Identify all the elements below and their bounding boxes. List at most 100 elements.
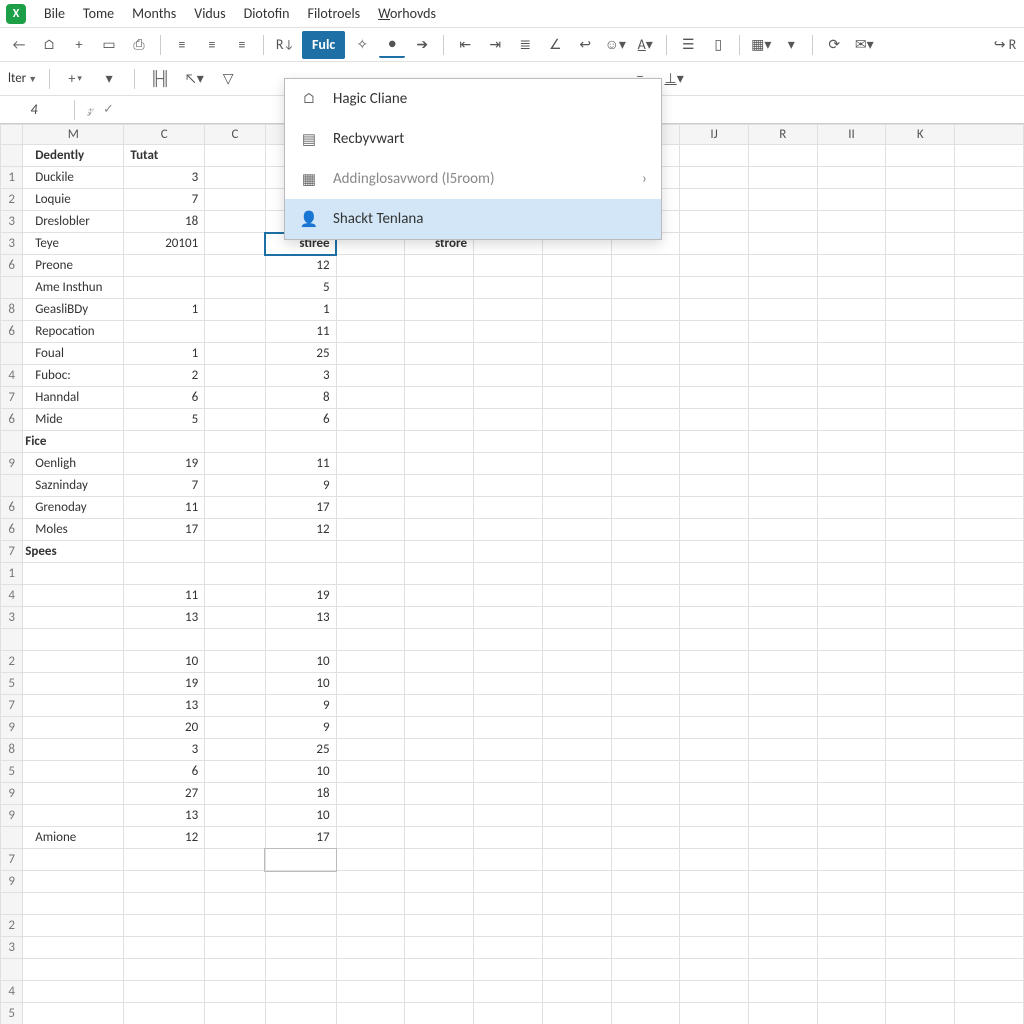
row-header[interactable]: 9 [1, 717, 23, 739]
cell[interactable] [474, 431, 543, 453]
cell[interactable] [474, 673, 543, 695]
cell[interactable] [955, 497, 1024, 519]
caret-icon[interactable]: ▾ [96, 66, 122, 92]
menu-worhovds[interactable]: Worhovds [370, 1, 444, 26]
cell[interactable] [474, 409, 543, 431]
cell[interactable] [23, 607, 124, 629]
cell[interactable] [336, 299, 405, 321]
row-header[interactable] [1, 431, 23, 453]
cell[interactable] [748, 849, 817, 871]
row-header[interactable]: 2 [1, 915, 23, 937]
cell[interactable] [817, 607, 886, 629]
cell[interactable] [680, 189, 749, 211]
cell[interactable] [817, 211, 886, 233]
cell[interactable] [205, 607, 266, 629]
cell[interactable] [955, 981, 1024, 1003]
cell[interactable] [205, 519, 266, 541]
cell[interactable]: 25 [265, 739, 336, 761]
cell[interactable] [680, 871, 749, 893]
menu-diotofin[interactable]: Diotofin [236, 1, 298, 26]
cell[interactable]: 10 [124, 651, 205, 673]
cell[interactable] [405, 541, 474, 563]
cell[interactable] [680, 805, 749, 827]
cell[interactable] [205, 1003, 266, 1024]
cell[interactable] [611, 937, 680, 959]
cell[interactable] [611, 717, 680, 739]
cell[interactable] [205, 497, 266, 519]
cell[interactable]: Fice [23, 431, 124, 453]
cell[interactable]: 19 [265, 585, 336, 607]
cell[interactable]: 17 [265, 497, 336, 519]
cell[interactable] [680, 475, 749, 497]
cell[interactable] [542, 607, 611, 629]
cell[interactable] [205, 959, 266, 981]
cell[interactable] [611, 761, 680, 783]
cell[interactable] [336, 783, 405, 805]
cell[interactable] [886, 277, 955, 299]
cell[interactable] [955, 299, 1024, 321]
cell[interactable] [542, 1003, 611, 1024]
cell[interactable] [955, 343, 1024, 365]
row-header[interactable]: 7 [1, 541, 23, 563]
cell[interactable] [23, 761, 124, 783]
cell[interactable] [611, 519, 680, 541]
clipboard-icon[interactable]: ▯ [705, 32, 731, 58]
cell[interactable] [405, 299, 474, 321]
cell[interactable] [124, 541, 205, 563]
cell[interactable]: GeasliBDy [23, 299, 124, 321]
cell[interactable] [23, 563, 124, 585]
row-header[interactable]: 4 [1, 981, 23, 1003]
cell[interactable] [23, 1003, 124, 1024]
cell[interactable] [205, 365, 266, 387]
cell[interactable] [124, 893, 205, 915]
cell[interactable] [474, 915, 543, 937]
cell[interactable] [748, 981, 817, 1003]
cell[interactable] [124, 563, 205, 585]
cell[interactable] [680, 673, 749, 695]
cell[interactable] [23, 959, 124, 981]
align-left-icon[interactable]: ≡ [169, 32, 195, 58]
row-header[interactable] [1, 959, 23, 981]
cell[interactable] [542, 937, 611, 959]
cell[interactable] [474, 827, 543, 849]
cell[interactable] [955, 849, 1024, 871]
cell[interactable] [955, 805, 1024, 827]
cell[interactable]: 8 [265, 387, 336, 409]
row-header[interactable]: 7 [1, 849, 23, 871]
cell[interactable] [748, 717, 817, 739]
cell[interactable] [265, 541, 336, 563]
cell[interactable] [748, 277, 817, 299]
cell[interactable]: 2 [124, 365, 205, 387]
cell[interactable] [886, 651, 955, 673]
cell[interactable] [205, 783, 266, 805]
cell[interactable] [680, 453, 749, 475]
cell[interactable] [205, 739, 266, 761]
cell[interactable]: 20101 [124, 233, 205, 255]
row-header[interactable]: 6 [1, 409, 23, 431]
cell[interactable] [955, 827, 1024, 849]
cell[interactable] [23, 739, 124, 761]
cell[interactable] [955, 717, 1024, 739]
cell[interactable]: Loquie [23, 189, 124, 211]
cell[interactable] [955, 893, 1024, 915]
cell[interactable] [474, 497, 543, 519]
cell[interactable] [124, 431, 205, 453]
cell[interactable] [405, 849, 474, 871]
cell[interactable] [886, 827, 955, 849]
cell[interactable] [817, 739, 886, 761]
cell[interactable] [886, 585, 955, 607]
cell[interactable] [817, 453, 886, 475]
cell[interactable] [817, 563, 886, 585]
cell[interactable]: 13 [124, 607, 205, 629]
cell[interactable] [205, 805, 266, 827]
cell[interactable]: Moles [23, 519, 124, 541]
cell[interactable]: 3 [124, 739, 205, 761]
spreadsheet-grid[interactable]: MCCMTIJRIIK DedentlyTutat1Duckile32Loqui… [0, 124, 1024, 1024]
cell[interactable] [886, 629, 955, 651]
cell[interactable]: Repocation [23, 321, 124, 343]
cell[interactable] [405, 739, 474, 761]
cell[interactable] [680, 299, 749, 321]
dropdown-item[interactable]: ▦Addinglosavword (l5room)› [285, 159, 661, 199]
fx-accept-icon[interactable]: ✓ [103, 102, 114, 117]
cell[interactable] [124, 629, 205, 651]
